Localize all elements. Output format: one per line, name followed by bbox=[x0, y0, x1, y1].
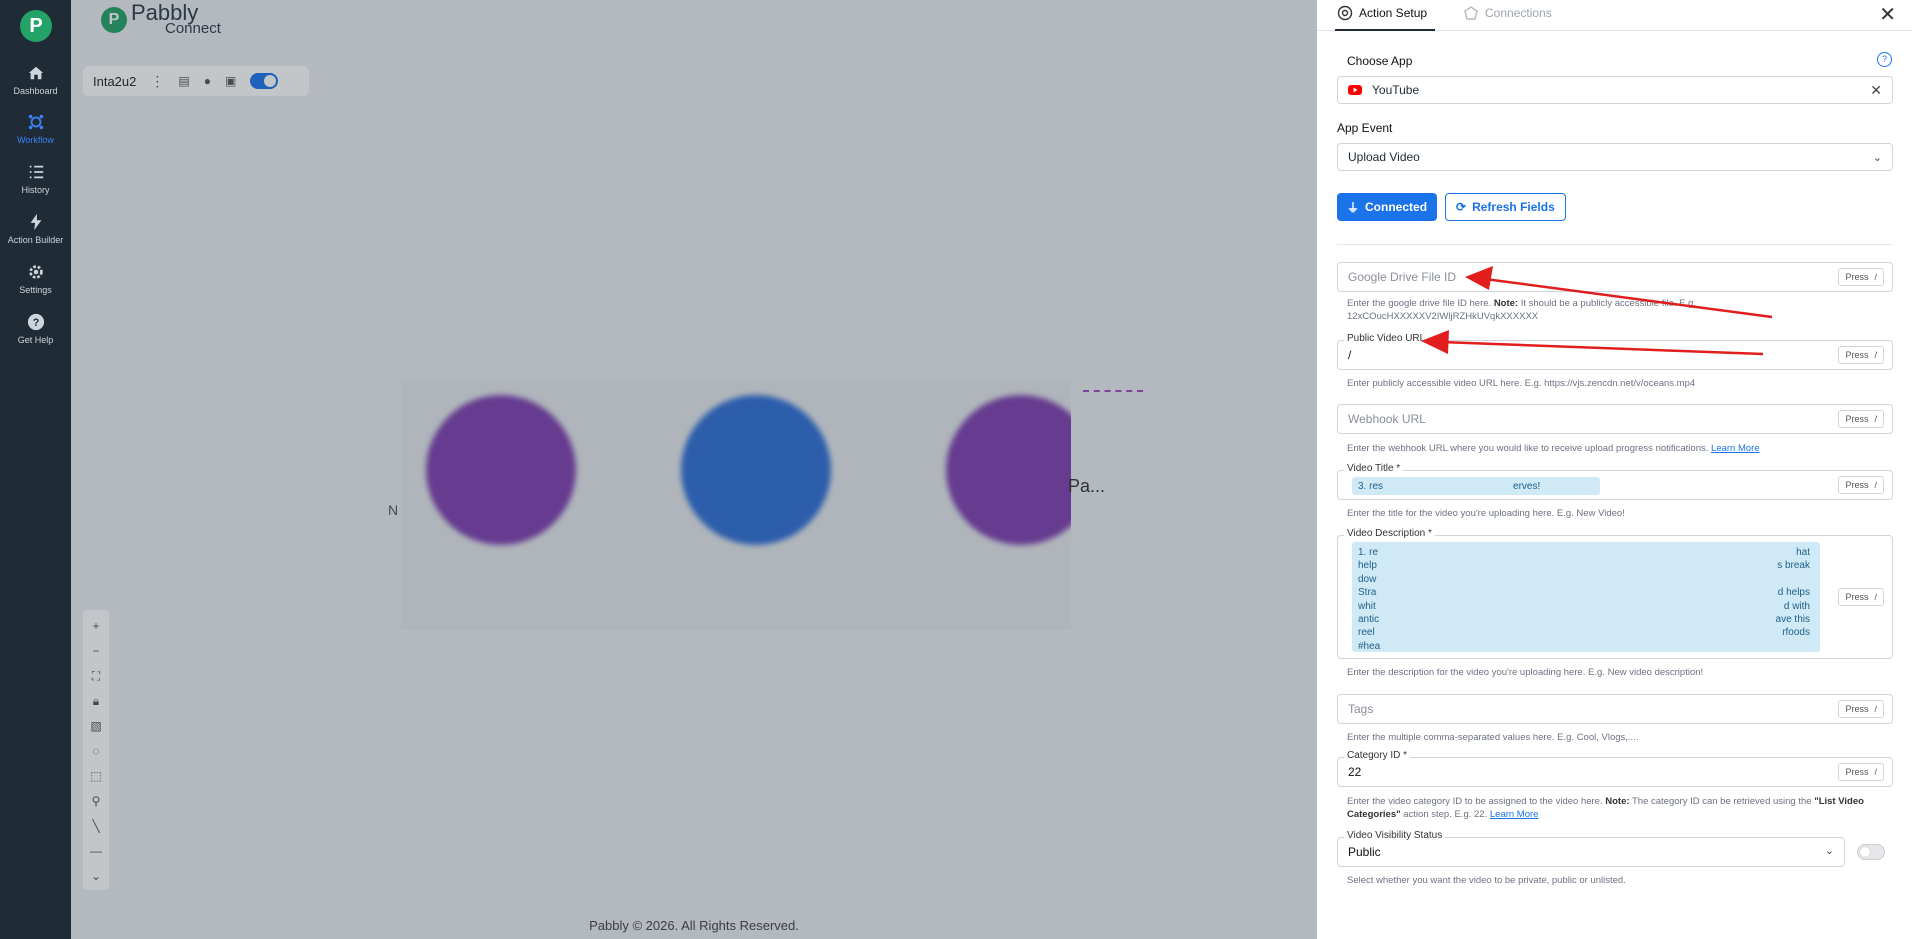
help-icon: ? bbox=[27, 313, 44, 331]
workflow-icon bbox=[28, 114, 43, 130]
sidebar-item-get-help[interactable]: ? Get Help bbox=[0, 313, 71, 345]
sidebar-item-settings[interactable]: Settings bbox=[0, 263, 71, 295]
annotation-arrow-line bbox=[1440, 340, 1764, 356]
sidebar-item-dashboard[interactable]: Dashboard bbox=[0, 64, 71, 96]
left-sidebar: P Dashboard Workflow History Action Buil… bbox=[0, 0, 71, 939]
annotation-arrows bbox=[1421, 266, 1773, 356]
annotation-arrow-head bbox=[1421, 330, 1449, 354]
action-setup-panel: Action Setup Connections ✕ Choose App ? … bbox=[1317, 0, 1912, 939]
svg-text:?: ? bbox=[32, 317, 39, 329]
sidebar-item-action-builder[interactable]: Action Builder bbox=[0, 213, 71, 245]
home-icon bbox=[28, 66, 43, 80]
app-logo[interactable]: P bbox=[20, 10, 52, 42]
modal-backdrop[interactable] bbox=[71, 0, 1317, 939]
history-icon bbox=[29, 165, 43, 179]
annotation-arrow-head bbox=[1465, 266, 1493, 290]
sidebar-item-workflow[interactable]: Workflow bbox=[0, 113, 71, 145]
bolt-icon bbox=[30, 213, 41, 231]
annotation-arrow-line bbox=[1484, 277, 1773, 319]
sidebar-item-history[interactable]: History bbox=[0, 163, 71, 195]
gear-icon bbox=[28, 265, 43, 279]
